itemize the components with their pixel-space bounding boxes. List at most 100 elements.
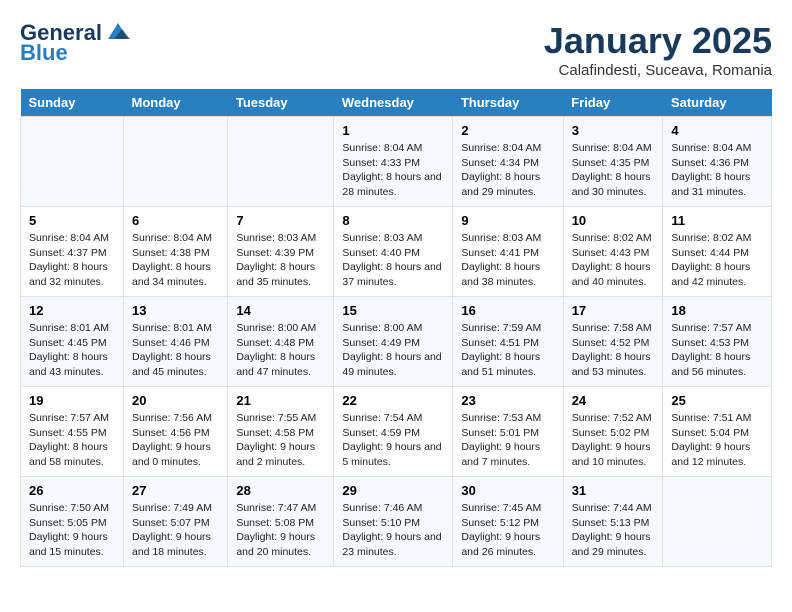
day-number: 11 <box>671 213 763 228</box>
calendar-week-4: 19Sunrise: 7:57 AMSunset: 4:55 PMDayligh… <box>21 387 772 477</box>
day-info: Sunrise: 8:04 AMSunset: 4:36 PMDaylight:… <box>671 141 763 200</box>
calendar-cell: 21 Sunrise: 7:55 AMSunset: 4:58 PMDayligh… <box>228 387 334 477</box>
day-number: 29 <box>342 483 444 498</box>
day-info: Sunrise: 8:03 AMSunset: 4:39 PMDaylight:… <box>236 231 325 290</box>
title-block: January 2025 Calafindesti, Suceava, Roma… <box>544 20 772 79</box>
calendar-cell: 15 Sunrise: 8:00 AMSunset: 4:49 PMDayligh… <box>334 297 453 387</box>
day-info: Sunrise: 7:55 AMSunset: 4:58 PMDaylight:… <box>236 411 325 470</box>
day-info: Sunrise: 7:46 AMSunset: 5:10 PMDaylight:… <box>342 501 444 560</box>
day-number: 20 <box>132 393 219 408</box>
calendar-cell: 11 Sunrise: 8:02 AMSunset: 4:44 PMDayligh… <box>663 207 772 297</box>
day-number: 12 <box>29 303 115 318</box>
day-number: 4 <box>671 123 763 138</box>
calendar-cell: 16 Sunrise: 7:59 AMSunset: 4:51 PMDayligh… <box>453 297 563 387</box>
day-number: 9 <box>461 213 554 228</box>
day-info: Sunrise: 8:02 AMSunset: 4:43 PMDaylight:… <box>572 231 655 290</box>
day-info: Sunrise: 7:51 AMSunset: 5:04 PMDaylight:… <box>671 411 763 470</box>
day-number: 26 <box>29 483 115 498</box>
day-number: 13 <box>132 303 219 318</box>
calendar-cell: 19Sunrise: 7:57 AMSunset: 4:55 PMDayligh… <box>21 387 124 477</box>
day-number: 15 <box>342 303 444 318</box>
calendar-cell: 8 Sunrise: 8:03 AMSunset: 4:40 PMDaylight… <box>334 207 453 297</box>
calendar-cell: 14 Sunrise: 8:00 AMSunset: 4:48 PMDayligh… <box>228 297 334 387</box>
day-number: 1 <box>342 123 444 138</box>
calendar-cell: 27 Sunrise: 7:49 AMSunset: 5:07 PMDayligh… <box>123 477 227 567</box>
day-info: Sunrise: 7:50 AMSunset: 5:05 PMDaylight:… <box>29 501 115 560</box>
day-info: Sunrise: 8:00 AMSunset: 4:48 PMDaylight:… <box>236 321 325 380</box>
day-info: Sunrise: 8:01 AMSunset: 4:45 PMDaylight:… <box>29 321 115 380</box>
day-info: Sunrise: 7:56 AMSunset: 4:56 PMDaylight:… <box>132 411 219 470</box>
weekday-header-thursday: Thursday <box>453 89 563 117</box>
day-info: Sunrise: 8:00 AMSunset: 4:49 PMDaylight:… <box>342 321 444 380</box>
weekday-header-sunday: Sunday <box>21 89 124 117</box>
logo-icon <box>104 21 132 41</box>
day-info: Sunrise: 7:58 AMSunset: 4:52 PMDaylight:… <box>572 321 655 380</box>
day-info: Sunrise: 8:04 AMSunset: 4:33 PMDaylight:… <box>342 141 444 200</box>
day-info: Sunrise: 8:04 AMSunset: 4:35 PMDaylight:… <box>572 141 655 200</box>
calendar-cell: 26 Sunrise: 7:50 AMSunset: 5:05 PMDayligh… <box>21 477 124 567</box>
day-info: Sunrise: 7:47 AMSunset: 5:08 PMDaylight:… <box>236 501 325 560</box>
calendar-cell: 7 Sunrise: 8:03 AMSunset: 4:39 PMDaylight… <box>228 207 334 297</box>
day-info: Sunrise: 7:45 AMSunset: 5:12 PMDaylight:… <box>461 501 554 560</box>
weekday-header-tuesday: Tuesday <box>228 89 334 117</box>
calendar-cell <box>123 117 227 207</box>
page-header: General Blue January 2025 Calafindesti, … <box>20 20 772 79</box>
calendar-week-2: 5 Sunrise: 8:04 AMSunset: 4:37 PMDaylight… <box>21 207 772 297</box>
day-info: Sunrise: 8:02 AMSunset: 4:44 PMDaylight:… <box>671 231 763 290</box>
day-info: Sunrise: 7:44 AMSunset: 5:13 PMDaylight:… <box>572 501 655 560</box>
calendar-cell: 18Sunrise: 7:57 AMSunset: 4:53 PMDayligh… <box>663 297 772 387</box>
logo: General Blue <box>20 20 132 66</box>
day-info: Sunrise: 7:57 AMSunset: 4:53 PMDaylight:… <box>671 321 763 380</box>
calendar-cell: 22 Sunrise: 7:54 AMSunset: 4:59 PMDayligh… <box>334 387 453 477</box>
calendar-cell: 20 Sunrise: 7:56 AMSunset: 4:56 PMDayligh… <box>123 387 227 477</box>
day-number: 21 <box>236 393 325 408</box>
day-info: Sunrise: 7:49 AMSunset: 5:07 PMDaylight:… <box>132 501 219 560</box>
day-info: Sunrise: 7:54 AMSunset: 4:59 PMDaylight:… <box>342 411 444 470</box>
day-number: 23 <box>461 393 554 408</box>
calendar-cell: 12 Sunrise: 8:01 AMSunset: 4:45 PMDayligh… <box>21 297 124 387</box>
day-number: 5 <box>29 213 115 228</box>
day-info: Sunrise: 8:03 AMSunset: 4:40 PMDaylight:… <box>342 231 444 290</box>
day-number: 22 <box>342 393 444 408</box>
calendar-cell: 24 Sunrise: 7:52 AMSunset: 5:02 PMDayligh… <box>563 387 663 477</box>
weekday-header-wednesday: Wednesday <box>334 89 453 117</box>
day-number: 31 <box>572 483 655 498</box>
day-number: 27 <box>132 483 219 498</box>
calendar-cell: 10 Sunrise: 8:02 AMSunset: 4:43 PMDayligh… <box>563 207 663 297</box>
day-number: 3 <box>572 123 655 138</box>
day-number: 2 <box>461 123 554 138</box>
logo-blue: Blue <box>20 40 68 66</box>
day-number: 7 <box>236 213 325 228</box>
day-info: Sunrise: 8:04 AMSunset: 4:34 PMDaylight:… <box>461 141 554 200</box>
calendar-cell: 25Sunrise: 7:51 AMSunset: 5:04 PMDayligh… <box>663 387 772 477</box>
day-number: 28 <box>236 483 325 498</box>
calendar-cell: 6Sunrise: 8:04 AMSunset: 4:38 PMDaylight… <box>123 207 227 297</box>
day-info: Sunrise: 7:59 AMSunset: 4:51 PMDaylight:… <box>461 321 554 380</box>
calendar-cell <box>21 117 124 207</box>
weekday-header-monday: Monday <box>123 89 227 117</box>
calendar-cell: 9Sunrise: 8:03 AMSunset: 4:41 PMDaylight… <box>453 207 563 297</box>
calendar-cell: 17Sunrise: 7:58 AMSunset: 4:52 PMDayligh… <box>563 297 663 387</box>
day-number: 8 <box>342 213 444 228</box>
calendar-cell: 13Sunrise: 8:01 AMSunset: 4:46 PMDayligh… <box>123 297 227 387</box>
calendar-cell: 2 Sunrise: 8:04 AMSunset: 4:34 PMDaylight… <box>453 117 563 207</box>
day-number: 30 <box>461 483 554 498</box>
day-number: 14 <box>236 303 325 318</box>
calendar-cell: 5 Sunrise: 8:04 AMSunset: 4:37 PMDaylight… <box>21 207 124 297</box>
day-info: Sunrise: 7:52 AMSunset: 5:02 PMDaylight:… <box>572 411 655 470</box>
day-number: 10 <box>572 213 655 228</box>
calendar-cell: 3 Sunrise: 8:04 AMSunset: 4:35 PMDaylight… <box>563 117 663 207</box>
calendar-week-3: 12 Sunrise: 8:01 AMSunset: 4:45 PMDayligh… <box>21 297 772 387</box>
calendar-cell: 30 Sunrise: 7:45 AMSunset: 5:12 PMDayligh… <box>453 477 563 567</box>
calendar-cell: 29 Sunrise: 7:46 AMSunset: 5:10 PMDayligh… <box>334 477 453 567</box>
calendar-cell: 31 Sunrise: 7:44 AMSunset: 5:13 PMDayligh… <box>563 477 663 567</box>
day-number: 16 <box>461 303 554 318</box>
calendar-cell: 23Sunrise: 7:53 AMSunset: 5:01 PMDayligh… <box>453 387 563 477</box>
day-info: Sunrise: 8:04 AMSunset: 4:37 PMDaylight:… <box>29 231 115 290</box>
calendar-cell: 4 Sunrise: 8:04 AMSunset: 4:36 PMDaylight… <box>663 117 772 207</box>
day-number: 24 <box>572 393 655 408</box>
day-number: 19 <box>29 393 115 408</box>
calendar-title: January 2025 <box>544 20 772 62</box>
calendar-subtitle: Calafindesti, Suceava, Romania <box>544 62 772 79</box>
calendar-table: SundayMondayTuesdayWednesdayThursdayFrid… <box>20 89 772 567</box>
